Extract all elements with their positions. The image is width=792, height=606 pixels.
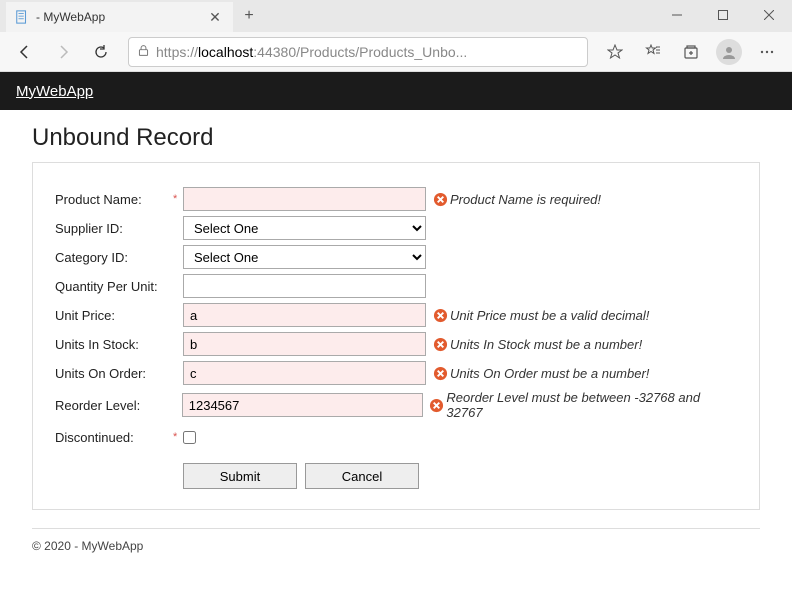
browser-titlebar: - MyWebApp ✕ + <box>0 0 792 32</box>
window-controls <box>654 0 792 30</box>
row-discontinued: Discontinued: * <box>55 425 737 449</box>
input-unit-price[interactable] <box>183 303 426 327</box>
checkbox-discontinued[interactable] <box>183 431 196 444</box>
footer-text: © 2020 - MyWebApp <box>32 539 760 553</box>
row-qty-per-unit: Quantity Per Unit: <box>55 274 737 298</box>
maximize-button[interactable] <box>700 0 746 30</box>
required-mark: * <box>173 431 183 443</box>
profile-button[interactable] <box>712 36 746 68</box>
collections-button[interactable] <box>674 36 708 68</box>
select-category-id[interactable]: Select One <box>183 245 426 269</box>
label-category-id: Category ID: <box>55 250 173 265</box>
error-icon <box>432 307 448 323</box>
error-icon <box>432 336 448 352</box>
error-unit-price: Unit Price must be a valid decimal! <box>432 307 649 323</box>
browser-navbar: https://localhost:44380/Products/Product… <box>0 32 792 72</box>
label-supplier-id: Supplier ID: <box>55 221 173 236</box>
button-row: Submit Cancel <box>183 463 737 489</box>
url-text: https://localhost:44380/Products/Product… <box>156 44 579 60</box>
error-icon <box>432 191 448 207</box>
input-units-in-stock[interactable] <box>183 332 426 356</box>
label-units-on-order: Units On Order: <box>55 366 173 381</box>
app-header: MyWebApp <box>0 72 792 110</box>
row-category-id: Category ID: Select One <box>55 245 737 269</box>
row-unit-price: Unit Price: Unit Price must be a valid d… <box>55 303 737 327</box>
footer-separator <box>32 528 760 529</box>
label-discontinued: Discontinued: <box>55 430 173 445</box>
favorites-list-button[interactable] <box>636 36 670 68</box>
select-supplier-id[interactable]: Select One <box>183 216 426 240</box>
close-tab-icon[interactable]: ✕ <box>207 9 223 25</box>
label-product-name: Product Name: <box>55 192 173 207</box>
favorite-button[interactable] <box>598 36 632 68</box>
row-units-in-stock: Units In Stock: Units In Stock must be a… <box>55 332 737 356</box>
label-reorder-level: Reorder Level: <box>55 398 172 413</box>
forward-button[interactable] <box>46 36 80 68</box>
input-reorder-level[interactable] <box>182 393 423 417</box>
address-bar[interactable]: https://localhost:44380/Products/Product… <box>128 37 588 67</box>
required-mark: * <box>173 193 183 205</box>
error-icon <box>432 365 448 381</box>
back-button[interactable] <box>8 36 42 68</box>
input-product-name[interactable] <box>183 187 426 211</box>
page-viewport: MyWebApp Unbound Record Product Name: * … <box>0 72 792 606</box>
form-box: Product Name: * Product Name is required… <box>32 162 760 510</box>
new-tab-button[interactable]: + <box>233 1 265 31</box>
brand-link[interactable]: MyWebApp <box>16 83 93 100</box>
row-product-name: Product Name: * Product Name is required… <box>55 187 737 211</box>
cancel-button[interactable]: Cancel <box>305 463 419 489</box>
row-supplier-id: Supplier ID: Select One <box>55 216 737 240</box>
error-units-in-stock: Units In Stock must be a number! <box>432 336 642 352</box>
label-qty-per-unit: Quantity Per Unit: <box>55 279 173 294</box>
error-units-on-order: Units On Order must be a number! <box>432 365 649 381</box>
submit-button[interactable]: Submit <box>183 463 297 489</box>
refresh-button[interactable] <box>84 36 118 68</box>
error-icon <box>429 397 445 413</box>
more-button[interactable] <box>750 36 784 68</box>
label-unit-price: Unit Price: <box>55 308 173 323</box>
page-title: Unbound Record <box>32 124 760 152</box>
close-window-button[interactable] <box>746 0 792 30</box>
error-reorder-level: Reorder Level must be between -32768 and… <box>429 390 737 420</box>
row-units-on-order: Units On Order: Units On Order must be a… <box>55 361 737 385</box>
tab-title: - MyWebApp <box>36 10 207 24</box>
input-qty-per-unit[interactable] <box>183 274 426 298</box>
browser-tab[interactable]: - MyWebApp ✕ <box>6 2 233 32</box>
input-units-on-order[interactable] <box>183 361 426 385</box>
label-units-in-stock: Units In Stock: <box>55 337 173 352</box>
minimize-button[interactable] <box>654 0 700 30</box>
page-content: Unbound Record Product Name: * Product N… <box>0 110 792 573</box>
avatar-icon <box>716 39 742 65</box>
row-reorder-level: Reorder Level: Reorder Level must be bet… <box>55 390 737 420</box>
page-icon <box>14 9 30 25</box>
error-product-name: Product Name is required! <box>432 191 601 207</box>
lock-icon <box>137 44 150 60</box>
